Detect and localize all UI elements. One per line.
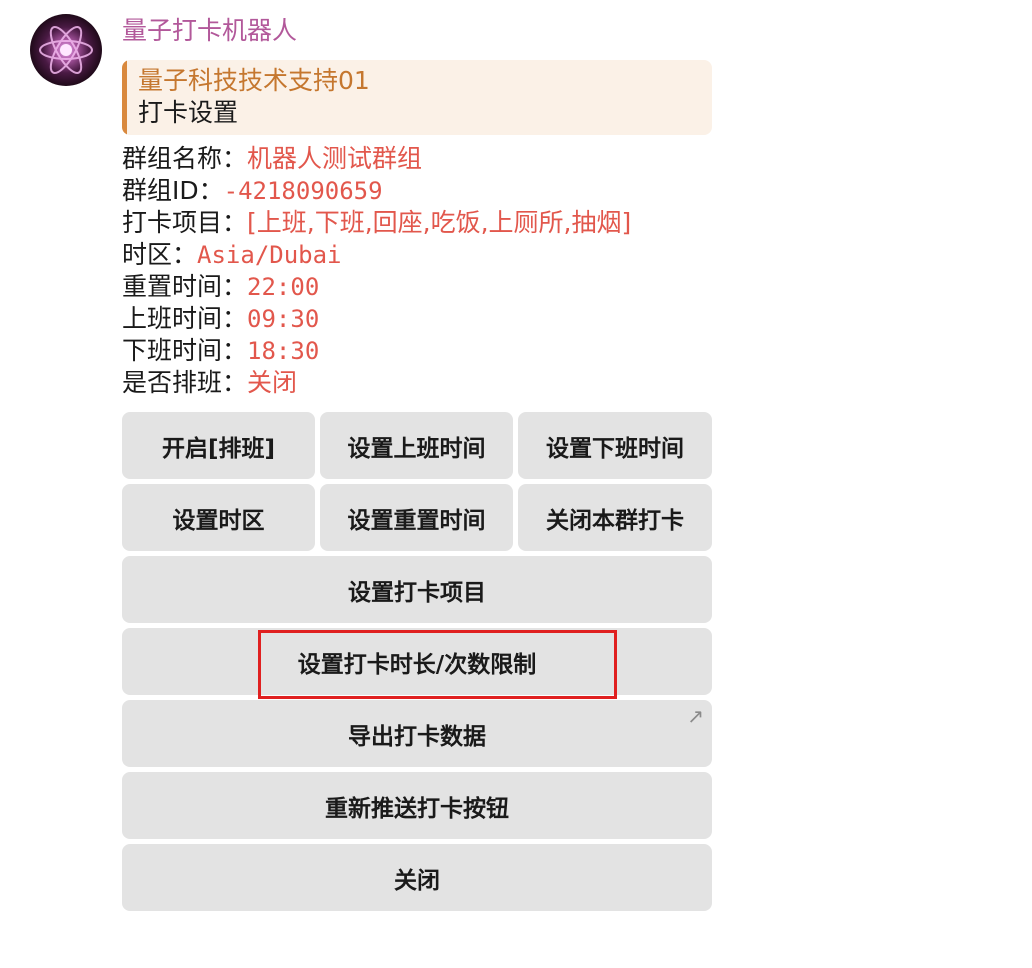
info-label: 时区： — [122, 240, 198, 269]
sender-name[interactable]: 量子打卡机器人 — [122, 14, 297, 48]
info-row-checkin-items: 打卡项目：[上班,下班,回座,吃饭,上厕所,抽烟] — [122, 207, 722, 239]
reply-text: 打卡设置 — [138, 98, 239, 127]
info-value[interactable]: [上班,下班,回座,吃饭,上厕所,抽烟] — [247, 208, 631, 237]
reply-quote[interactable]: 量子科技技术支持01 打卡设置 — [122, 60, 712, 135]
button-label: 设置重置时间 — [347, 507, 486, 534]
button-label: 设置上班时间 — [347, 435, 486, 462]
info-label: 群组名称： — [122, 144, 248, 173]
info-value[interactable]: 机器人测试群组 — [247, 144, 422, 173]
info-value[interactable]: 22:00 — [247, 273, 319, 301]
reply-author: 量子科技技术支持01 — [138, 66, 370, 95]
set-reset-time-button[interactable]: 设置重置时间 — [320, 484, 513, 551]
set-checkin-items-button[interactable]: 设置打卡项目 — [122, 556, 712, 623]
info-label: 群组ID： — [122, 176, 224, 205]
enable-shift-button[interactable]: 开启[排班] — [122, 412, 315, 479]
close-group-checkin-button[interactable]: 关闭本群打卡 — [518, 484, 712, 551]
info-row-work-end: 下班时间：18:30 — [122, 335, 722, 367]
set-work-end-button[interactable]: 设置下班时间 — [518, 412, 712, 479]
bot-avatar[interactable] — [30, 14, 102, 86]
button-label: 开启[排班] — [161, 435, 276, 462]
button-label: 设置下班时间 — [546, 435, 684, 462]
button-label: 设置打卡项目 — [348, 579, 486, 606]
info-label: 打卡项目： — [122, 208, 248, 237]
info-row-reset-time: 重置时间：22:00 — [122, 271, 722, 303]
set-duration-limit-button[interactable]: 设置打卡时长/次数限制 — [122, 628, 712, 695]
info-value[interactable]: 18:30 — [247, 337, 319, 365]
info-value[interactable]: Asia/Dubai — [197, 241, 342, 269]
info-row-group-name: 群组名称：机器人测试群组 — [122, 143, 722, 175]
button-label: 导出打卡数据 — [348, 723, 486, 750]
close-button[interactable]: 关闭 — [122, 844, 712, 911]
button-label: 关闭 — [394, 867, 440, 894]
info-row-group-id: 群组ID：-4218090659 — [122, 175, 722, 207]
checkin-settings-info: 群组名称：机器人测试群组 群组ID：-4218090659 打卡项目：[上班,下… — [122, 143, 722, 399]
button-label: 设置打卡时长/次数限制 — [297, 651, 537, 678]
info-label: 是否排班： — [122, 368, 248, 397]
info-row-timezone: 时区：Asia/Dubai — [122, 239, 722, 271]
resend-buttons-button[interactable]: 重新推送打卡按钮 — [122, 772, 712, 839]
info-label: 下班时间： — [122, 336, 248, 365]
button-label: 重新推送打卡按钮 — [325, 795, 509, 822]
info-label: 重置时间： — [122, 272, 248, 301]
button-label: 设置时区 — [172, 507, 265, 534]
atom-icon — [39, 26, 93, 74]
reply-accent-bar — [122, 60, 127, 135]
info-row-shift: 是否排班：关闭 — [122, 367, 722, 399]
export-data-button[interactable]: 导出打卡数据 ↗ — [122, 700, 712, 767]
info-label: 上班时间： — [122, 304, 248, 333]
info-row-work-start: 上班时间：09:30 — [122, 303, 722, 335]
info-value[interactable]: -4218090659 — [224, 177, 383, 205]
info-value[interactable]: 09:30 — [247, 305, 319, 333]
info-value[interactable]: 关闭 — [247, 368, 297, 397]
set-timezone-button[interactable]: 设置时区 — [122, 484, 315, 551]
external-link-icon: ↗ — [687, 704, 704, 728]
set-work-start-button[interactable]: 设置上班时间 — [320, 412, 513, 479]
button-label: 关闭本群打卡 — [546, 507, 684, 534]
